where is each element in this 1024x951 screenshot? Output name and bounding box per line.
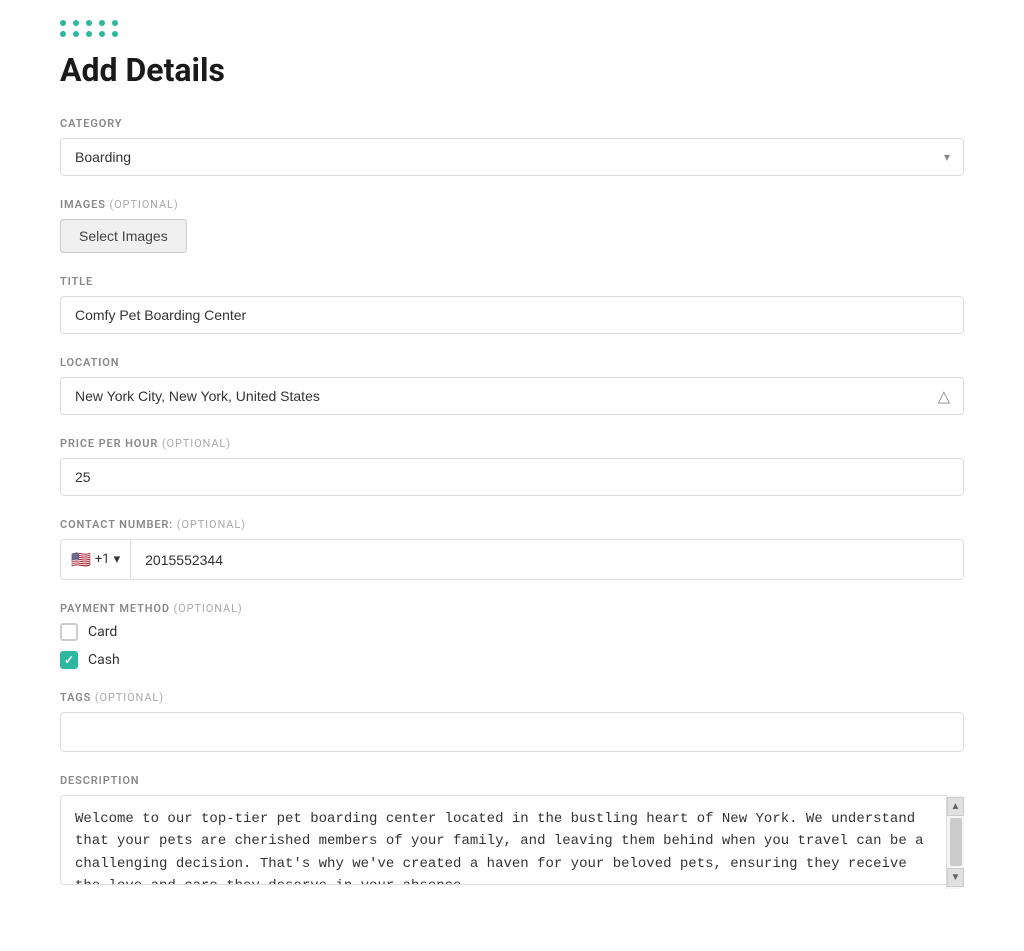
select-images-button[interactable]: Select Images <box>60 219 187 253</box>
card-label: Card <box>88 624 117 640</box>
dot <box>73 20 79 26</box>
title-group: TITLE <box>60 275 964 334</box>
dot <box>99 31 105 37</box>
payment-card-option[interactable]: Card <box>60 623 964 641</box>
dot <box>86 20 92 26</box>
location-label: LOCATION <box>60 356 964 369</box>
phone-country-code: +1 <box>95 552 110 567</box>
prefix-dropdown-arrow-icon: ▾ <box>114 552 121 567</box>
us-flag-icon: 🇺🇸 <box>71 550 91 569</box>
price-label: PRICE PER HOUR (OPTIONAL) <box>60 437 964 450</box>
cash-checkbox[interactable] <box>60 651 78 669</box>
category-group: CATEGORY BoardingGroomingTrainingWalking… <box>60 117 964 176</box>
card-checkbox[interactable] <box>60 623 78 641</box>
tags-input[interactable] <box>60 712 964 752</box>
dot <box>112 31 118 37</box>
dot <box>60 31 66 37</box>
dot <box>60 20 66 26</box>
tags-group: TAGS (OPTIONAL) <box>60 691 964 752</box>
images-label: IMAGES (OPTIONAL) <box>60 198 964 211</box>
tags-label: TAGS (OPTIONAL) <box>60 691 964 704</box>
location-group: LOCATION △ <box>60 356 964 415</box>
page-container: Add Details CATEGORY BoardingGroomingTra… <box>0 0 1024 951</box>
dot <box>99 20 105 26</box>
scroll-thumb <box>950 818 962 866</box>
cash-label: Cash <box>88 652 120 668</box>
phone-number-input[interactable] <box>131 542 963 578</box>
description-textarea[interactable] <box>60 795 964 885</box>
phone-prefix-selector[interactable]: 🇺🇸 +1 ▾ <box>61 540 131 579</box>
description-label: DESCRIPTION <box>60 774 964 787</box>
location-wrapper: △ <box>60 377 964 415</box>
location-icon: △ <box>938 387 950 406</box>
phone-input-wrapper: 🇺🇸 +1 ▾ <box>60 539 964 580</box>
contact-group: CONTACT NUMBER: (OPTIONAL) 🇺🇸 +1 ▾ <box>60 518 964 580</box>
payment-methods-list: Card Cash <box>60 623 964 669</box>
category-select[interactable]: BoardingGroomingTrainingWalkingSitting <box>60 138 964 176</box>
scroll-down-button[interactable]: ▼ <box>947 868 964 887</box>
price-group: PRICE PER HOUR (OPTIONAL) <box>60 437 964 496</box>
dot <box>86 31 92 37</box>
contact-label: CONTACT NUMBER: (OPTIONAL) <box>60 518 964 531</box>
category-select-wrapper: BoardingGroomingTrainingWalkingSitting ▾ <box>60 138 964 176</box>
description-scrollbar: ▲ ▼ <box>946 795 964 889</box>
location-input[interactable] <box>60 377 964 415</box>
title-input[interactable] <box>60 296 964 334</box>
description-group: DESCRIPTION ▲ ▼ <box>60 774 964 889</box>
title-label: TITLE <box>60 275 964 288</box>
images-group: IMAGES (OPTIONAL) Select Images <box>60 198 964 253</box>
price-input[interactable] <box>60 458 964 496</box>
payment-cash-option[interactable]: Cash <box>60 651 964 669</box>
dot <box>112 20 118 26</box>
description-wrapper: ▲ ▼ <box>60 795 964 889</box>
decorative-dots <box>60 20 964 37</box>
scroll-up-button[interactable]: ▲ <box>947 797 964 816</box>
page-title: Add Details <box>60 51 964 89</box>
dot <box>73 31 79 37</box>
payment-label: PAYMENT METHOD (OPTIONAL) <box>60 602 964 615</box>
category-label: CATEGORY <box>60 117 964 130</box>
payment-group: PAYMENT METHOD (OPTIONAL) Card Cash <box>60 602 964 669</box>
